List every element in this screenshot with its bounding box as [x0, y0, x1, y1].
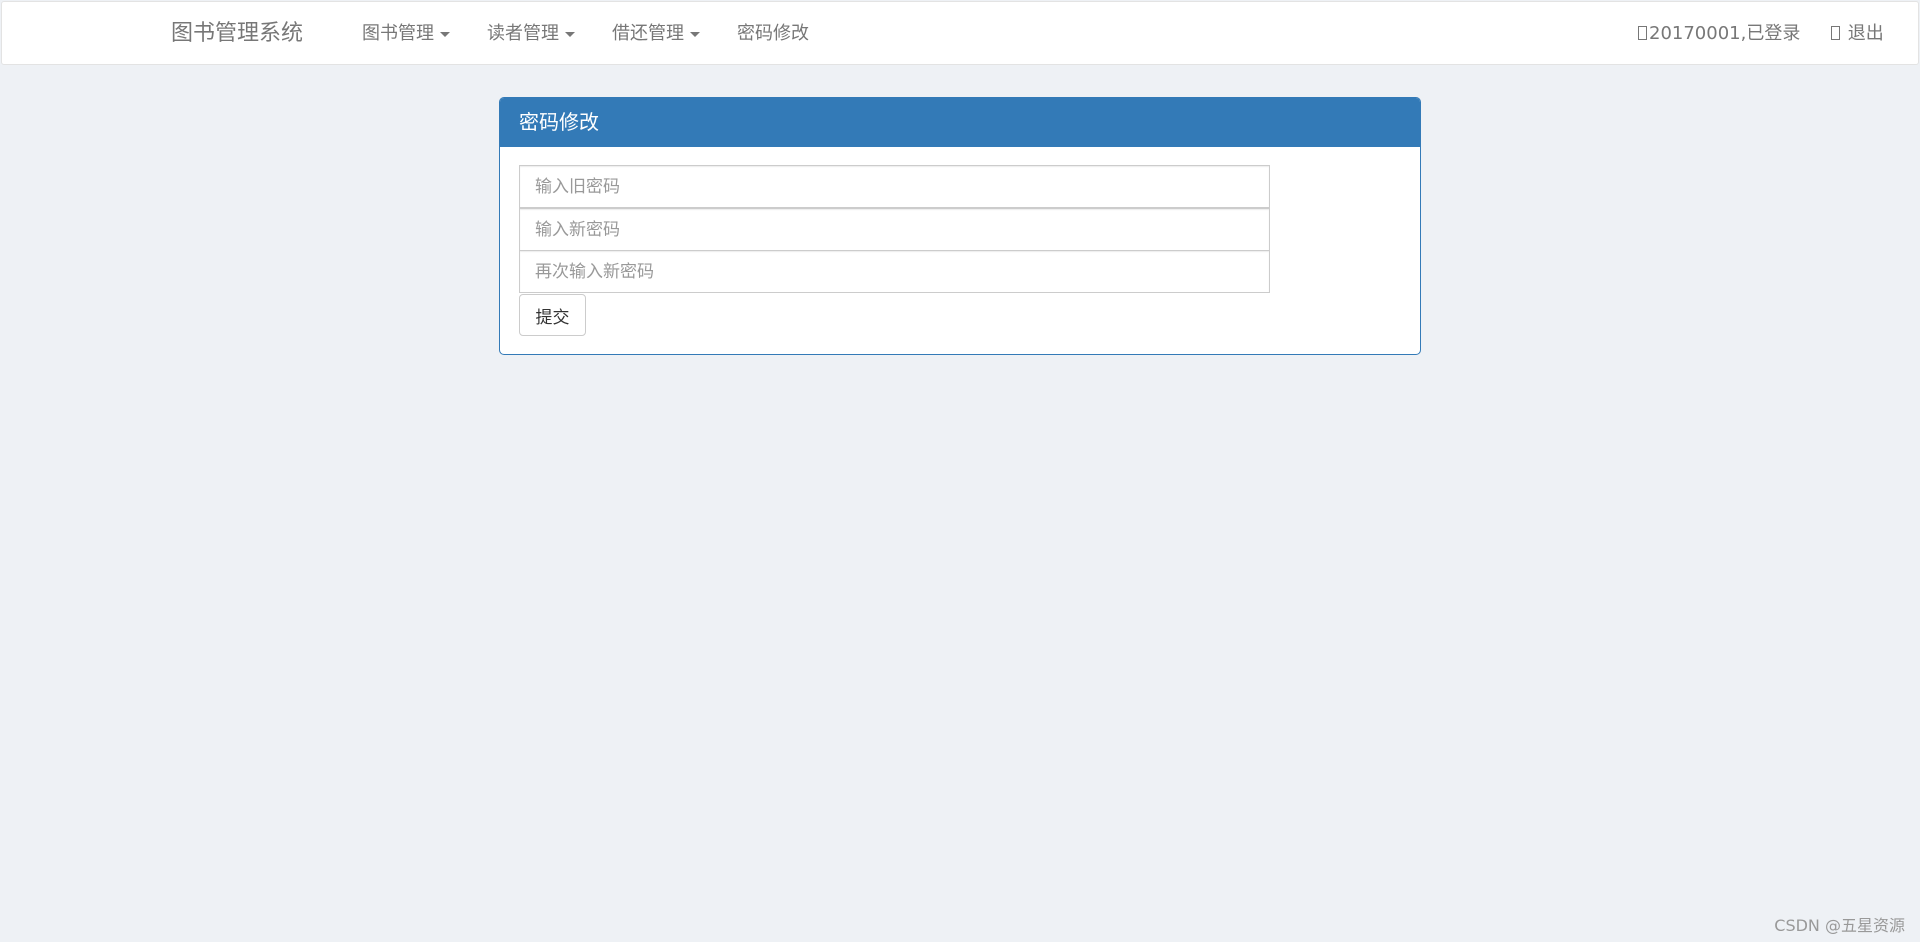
- nav-borrow-return-label: 借还管理: [612, 23, 684, 44]
- caret-down-icon: [690, 31, 700, 37]
- password-change-panel: 密码修改 提交: [499, 97, 1421, 355]
- nav-logout[interactable]: 退出: [1831, 18, 1884, 50]
- submit-button[interactable]: 提交: [519, 294, 586, 336]
- user-status-text: 20170001,已登录: [1649, 23, 1801, 44]
- logout-icon: [1831, 26, 1840, 40]
- nav-book-management-label: 图书管理: [362, 23, 434, 44]
- nav-reader-management-label: 读者管理: [487, 23, 559, 44]
- nav-user-status[interactable]: 20170001,已登录: [1638, 18, 1800, 50]
- new-password-input[interactable]: [519, 208, 1270, 251]
- nav-password-change[interactable]: 密码修改: [737, 18, 809, 50]
- watermark-text: CSDN @五星资源: [1774, 916, 1905, 935]
- nav-reader-management[interactable]: 读者管理: [487, 18, 575, 50]
- caret-down-icon: [440, 31, 450, 37]
- caret-down-icon: [565, 31, 575, 37]
- nav-borrow-return-management[interactable]: 借还管理: [612, 18, 700, 50]
- logout-label: 退出: [1847, 23, 1884, 44]
- confirm-password-input[interactable]: [519, 250, 1270, 293]
- brand-title[interactable]: 图书管理系统: [171, 18, 303, 50]
- old-password-input[interactable]: [519, 165, 1270, 208]
- user-icon: [1638, 26, 1647, 40]
- panel-title: 密码修改: [500, 98, 1420, 147]
- top-navbar: 图书管理系统 图书管理 读者管理 借还管理 密码修改 20170001,已登录 …: [1, 1, 1919, 65]
- nav-book-management[interactable]: 图书管理: [362, 18, 450, 50]
- nav-password-change-label: 密码修改: [737, 23, 809, 44]
